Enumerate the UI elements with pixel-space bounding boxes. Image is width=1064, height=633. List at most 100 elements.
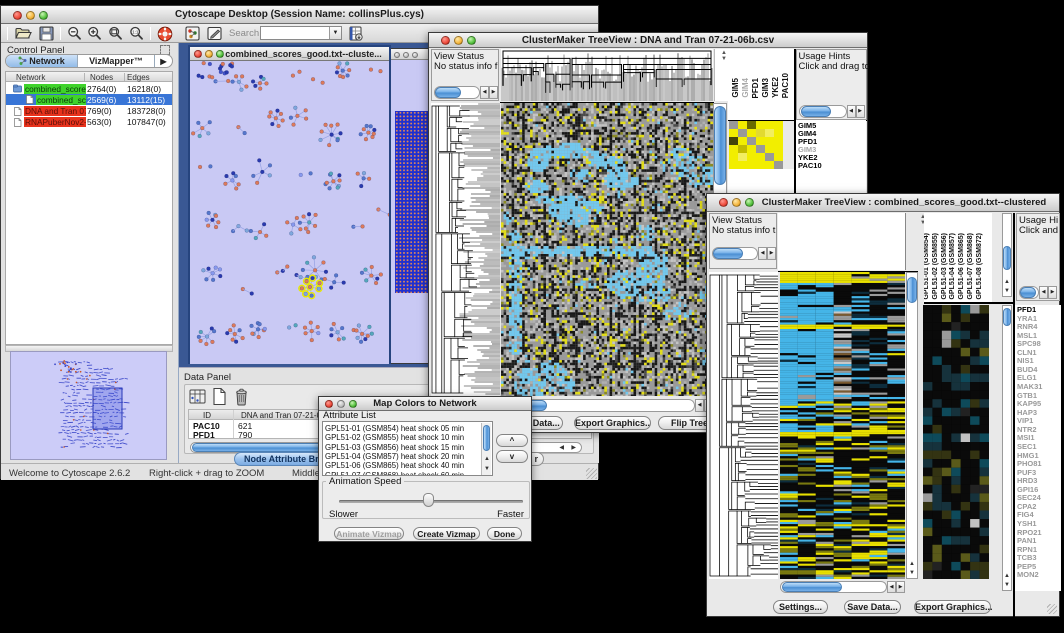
network-manager-icon[interactable]: [185, 26, 200, 41]
search-input[interactable]: ▼: [260, 26, 342, 40]
scroll-left-icon[interactable]: ◀: [887, 581, 896, 593]
tv2-usage-scrollbar[interactable]: ◀▶: [1019, 286, 1057, 299]
scrollbar-thumb[interactable]: [782, 582, 842, 592]
network-overview-panel[interactable]: [10, 351, 167, 460]
tv2-heatmap-vscroll[interactable]: ▲▼: [906, 272, 918, 579]
resize-grip[interactable]: [586, 468, 597, 479]
tv1-status-scrollbar[interactable]: ◀▶: [434, 86, 498, 99]
done-button[interactable]: Done: [487, 527, 522, 540]
network-list-row[interactable]: combined_scores_2764(0)16218(0): [6, 83, 172, 94]
tv1-zoom-heatmap[interactable]: [729, 121, 783, 169]
tv1-heatmap-hscroll[interactable]: ◀▶: [503, 399, 713, 412]
tv2-export-graphics-button[interactable]: Export Graphics...: [914, 600, 991, 614]
tv2-status-scrollbar[interactable]: ◀▶: [712, 247, 776, 260]
attribute-list-scrollbar[interactable]: ▲ ▼: [481, 423, 491, 476]
attribute-list-item[interactable]: GPL51-04 (GSM857) heat shock 20 min: [325, 452, 464, 461]
scroll-up-icon[interactable]: ▲: [1002, 279, 1012, 285]
create-vizmap-button[interactable]: Create Vizmap: [413, 527, 480, 540]
tv2-zoom-button[interactable]: [745, 198, 754, 207]
tv1-close-button[interactable]: [441, 36, 450, 45]
annotation-icon[interactable]: [207, 26, 223, 41]
scroll-right-icon[interactable]: ▶: [1048, 286, 1057, 299]
tv1-minimize-button[interactable]: [454, 36, 463, 45]
tv1-column-dendrogram[interactable]: [501, 49, 713, 101]
tv2-heatmap[interactable]: [780, 272, 905, 579]
scrollbar-thumb[interactable]: [1020, 287, 1036, 298]
scroll-left-icon[interactable]: ◀: [758, 247, 767, 260]
import-table-icon[interactable]: [348, 26, 363, 41]
scrollbar-thumb[interactable]: [713, 248, 743, 259]
attribute-list-item[interactable]: GPL51-01 (GSM854) heat shock 05 min: [325, 424, 464, 433]
network-view-canvas[interactable]: [190, 61, 389, 364]
create-attribute-icon[interactable]: [211, 387, 228, 406]
zoom-selected-icon[interactable]: [108, 26, 124, 41]
network-window-dna-titlebar[interactable]: [391, 49, 432, 60]
list-scroll-down-icon[interactable]: ▼: [483, 466, 491, 472]
network-list-row[interactable]: combined_sco2569(6)13112(15): [6, 94, 172, 105]
scroll-left-icon[interactable]: ◀: [695, 399, 704, 412]
list-scrollbar-thumb[interactable]: [483, 425, 490, 451]
network-list-row[interactable]: DNA and Tran 07769(0)183728(0): [6, 106, 172, 117]
tv1-usage-scrollbar[interactable]: ◀▶: [799, 105, 865, 118]
zoom-fit-icon[interactable]: 1:1: [129, 26, 144, 41]
scroll-right-icon[interactable]: ▶: [856, 105, 865, 118]
scrollbar-thumb[interactable]: [907, 277, 917, 303]
scroll-up-icon[interactable]: ▲: [906, 561, 918, 567]
network-list-row[interactable]: RNAPuberNov2+I563(0)107847(0): [6, 117, 172, 128]
scroll-up-icon[interactable]: ▲: [1002, 573, 1012, 579]
scrollbar-thumb[interactable]: [714, 106, 726, 185]
scroll-right-icon[interactable]: ▶: [767, 247, 776, 260]
zoom-button[interactable]: [39, 11, 48, 20]
tab-vizmapper[interactable]: VizMapper™: [78, 55, 154, 67]
network-window-combined[interactable]: combined_scores_good.txt--cluste...: [188, 45, 391, 364]
scroll-left-icon[interactable]: ◀: [1039, 286, 1048, 299]
attribute-list-item[interactable]: GPL51-06 (GSM865) heat shock 40 min: [325, 461, 464, 470]
tv2-resize-grip[interactable]: [1047, 604, 1057, 614]
move-up-button[interactable]: ^: [496, 434, 528, 447]
zoom-in-icon[interactable]: [87, 26, 102, 41]
tv2-labels-vscroll[interactable]: ▲▼: [1002, 213, 1012, 297]
scroll-right-icon[interactable]: ▶: [896, 581, 905, 593]
animate-vizmap-button[interactable]: Animate Vizmap: [334, 527, 404, 540]
treeview1-titlebar[interactable]: ClusterMaker TreeView : DNA and Tran 07-…: [429, 33, 867, 48]
move-down-button[interactable]: v: [496, 450, 528, 463]
scroll-left-icon[interactable]: ◀: [847, 105, 856, 118]
dialog-close-button[interactable]: [325, 400, 333, 408]
delete-attribute-icon[interactable]: [233, 387, 250, 406]
tv1-row-dendrogram[interactable]: [431, 103, 500, 396]
scrollbar-track[interactable]: [1002, 305, 1012, 591]
save-icon[interactable]: [39, 26, 54, 41]
attribute-list[interactable]: GPL51-01 (GSM854) heat shock 05 minGPL51…: [322, 421, 493, 476]
tv2-minimize-button[interactable]: [732, 198, 741, 207]
attribute-select-icon[interactable]: [189, 387, 206, 406]
tv2-zoom-heatmap[interactable]: [923, 305, 989, 579]
scrollbar-thumb[interactable]: [435, 87, 461, 98]
minimize-button[interactable]: [26, 11, 35, 20]
scrollbar-thumb[interactable]: [1003, 308, 1011, 326]
scroll-down-icon[interactable]: ▼: [1002, 582, 1012, 588]
search-dropdown-arrow[interactable]: ▼: [329, 27, 341, 39]
network-window-dna[interactable]: [389, 48, 433, 364]
tv1-zoom-button[interactable]: [467, 36, 476, 45]
animation-slider-thumb[interactable]: [423, 493, 434, 507]
tv2-row-dendrogram[interactable]: [709, 272, 778, 579]
dialog-zoom-button[interactable]: [349, 400, 357, 408]
network-window-combined-titlebar[interactable]: combined_scores_good.txt--cluste...: [190, 47, 389, 61]
tv2-close-button[interactable]: [719, 198, 728, 207]
netwin-zoom-button[interactable]: [216, 50, 224, 58]
tv1-tiny-arrows[interactable]: ▲▼: [720, 50, 728, 62]
help-lifering-icon[interactable]: [157, 26, 173, 42]
scroll-left-icon[interactable]: ◀: [480, 86, 489, 99]
scroll-right-icon[interactable]: ▶: [489, 86, 498, 99]
network-table-header[interactable]: NetworkNodesEdges: [6, 72, 172, 82]
scroll-down-icon[interactable]: ▼: [1002, 288, 1012, 294]
attribute-list-item[interactable]: GPL51-02 (GSM855) heat shock 10 min: [325, 433, 464, 442]
scrollbar-thumb[interactable]: [801, 106, 831, 117]
scrollbar-track[interactable]: [906, 272, 918, 579]
dialog-titlebar[interactable]: Map Colors to Network: [319, 397, 531, 411]
tv2-settings-button[interactable]: Settings...: [773, 600, 828, 614]
netwin-close-button[interactable]: [194, 50, 202, 58]
list-scroll-up-icon[interactable]: ▲: [483, 456, 491, 462]
open-file-icon[interactable]: [15, 26, 32, 41]
tv2-save-data-button[interactable]: Save Data...: [844, 600, 901, 614]
